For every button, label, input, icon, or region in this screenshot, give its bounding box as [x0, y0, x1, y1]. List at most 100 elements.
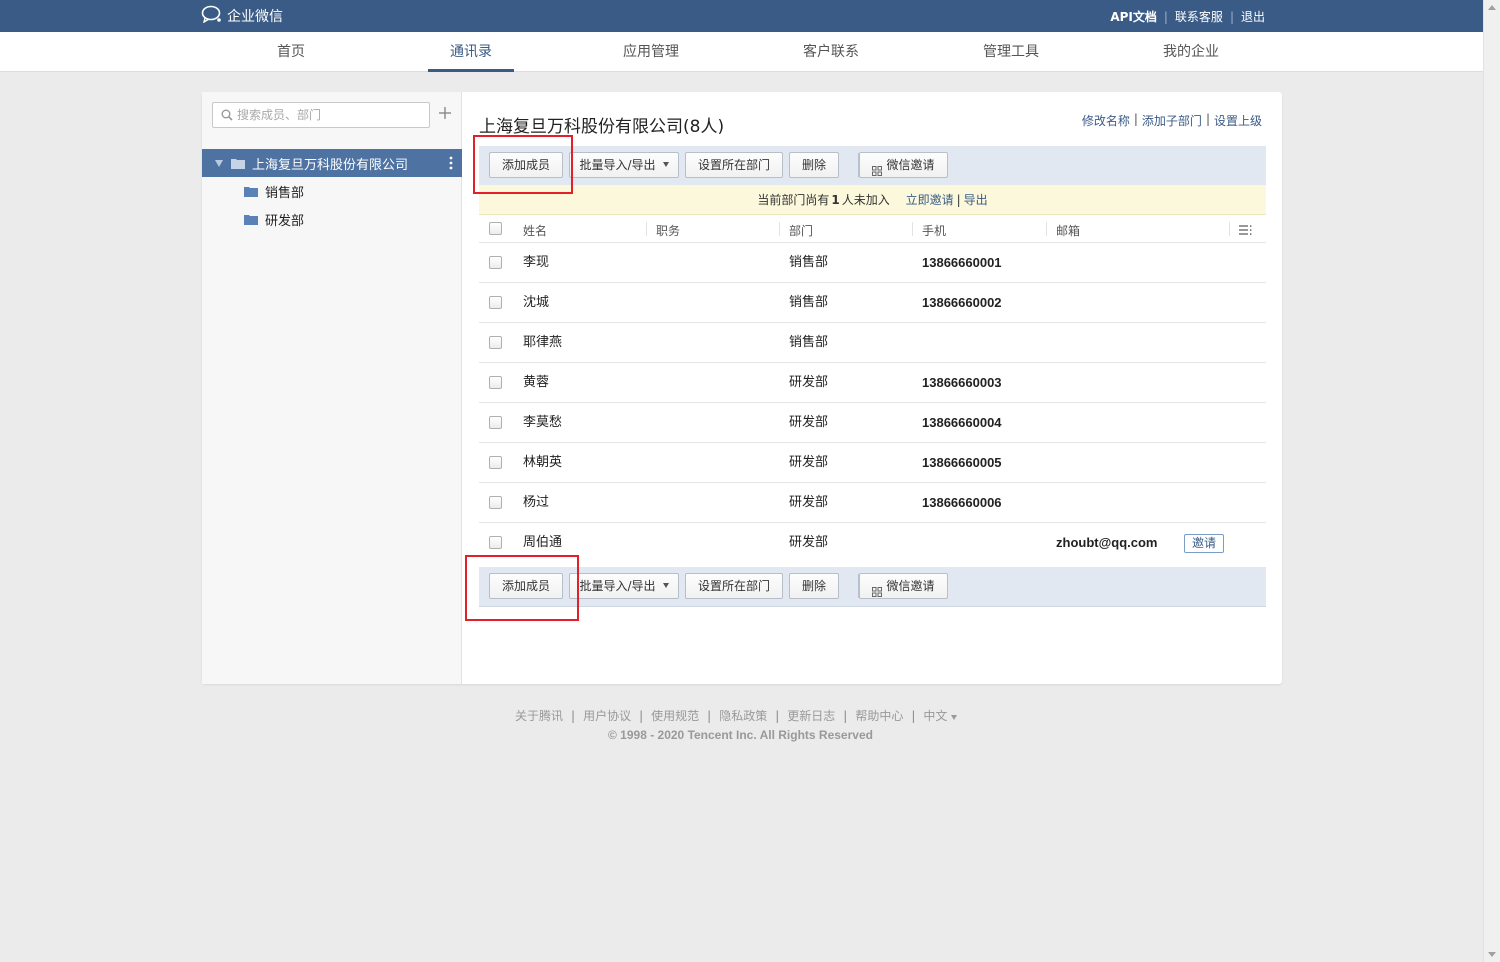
footer-link-user-agreement[interactable]: 用户协议: [583, 707, 631, 724]
member-name[interactable]: 李莫愁: [523, 403, 562, 443]
header-separator: [646, 222, 647, 236]
language-selector[interactable]: 中文: [923, 707, 958, 724]
footer-separator: |: [775, 708, 780, 723]
department-actions: 修改名称 | 添加子部门 | 设置上级: [1082, 112, 1262, 129]
search-icon: [221, 109, 233, 121]
table-row[interactable]: 沈城 销售部 13866660002: [479, 283, 1266, 323]
footer-link-changelog[interactable]: 更新日志: [787, 707, 835, 724]
header-link-separator: |: [1229, 9, 1234, 24]
table-row[interactable]: 林朝英 研发部 13866660005: [479, 443, 1266, 483]
footer-link-help-center[interactable]: 帮助中心: [855, 707, 903, 724]
member-name[interactable]: 林朝英: [523, 443, 562, 483]
nav-app-management[interactable]: 应用管理: [591, 32, 711, 72]
batch-import-export-button[interactable]: 批量导入/导出: [569, 152, 679, 178]
delete-button[interactable]: 删除: [789, 573, 839, 599]
member-phone: 13866660001: [922, 255, 1002, 270]
footer-link-usage-rules[interactable]: 使用规范: [651, 707, 699, 724]
row-checkbox[interactable]: [489, 456, 502, 469]
table-row[interactable]: 杨过 研发部 13866660006: [479, 483, 1266, 523]
caret-down-icon[interactable]: [215, 159, 223, 167]
invite-now-link[interactable]: 立即邀请: [906, 193, 954, 207]
scroll-down-arrow-icon[interactable]: [1488, 952, 1496, 957]
row-checkbox[interactable]: [489, 536, 502, 549]
header-phone[interactable]: 手机: [922, 222, 946, 239]
api-docs-link[interactable]: API文档: [1110, 8, 1157, 25]
set-parent-link[interactable]: 设置上级: [1214, 112, 1262, 129]
app-name: 企业微信: [227, 9, 283, 25]
company-name: 上海复旦万科股份有限公司: [479, 117, 683, 137]
top-header-bar: 企业微信 API文档 | 联系客服 | 退出: [0, 0, 1483, 32]
set-department-button[interactable]: 设置所在部门: [685, 573, 783, 599]
member-phone: 13866660003: [922, 375, 1002, 390]
header-name[interactable]: 姓名: [523, 222, 547, 239]
qr-code-icon: [872, 160, 883, 176]
member-department: 销售部: [789, 255, 829, 270]
export-link[interactable]: 导出: [964, 193, 988, 207]
highlight-box-bottom: [465, 555, 579, 621]
row-checkbox[interactable]: [489, 496, 502, 509]
table-row[interactable]: 耶律燕 销售部: [479, 323, 1266, 363]
footer-link-about[interactable]: 关于腾讯: [515, 707, 563, 724]
header-position[interactable]: 职务: [656, 222, 680, 239]
set-department-button[interactable]: 设置所在部门: [685, 152, 783, 178]
footer-link-privacy[interactable]: 隐私政策: [719, 707, 767, 724]
select-all-checkbox[interactable]: [489, 222, 502, 235]
member-name[interactable]: 黄蓉: [523, 363, 549, 403]
header-separator: [1229, 222, 1230, 236]
member-search-box[interactable]: [212, 102, 430, 128]
nav-home[interactable]: 首页: [231, 32, 351, 72]
dropdown-arrow-icon: [662, 162, 669, 167]
add-department-plus-icon[interactable]: [437, 105, 453, 121]
tree-root-department[interactable]: 上海复旦万科股份有限公司: [202, 149, 462, 177]
member-name[interactable]: 沈城: [523, 283, 549, 323]
row-checkbox[interactable]: [489, 376, 502, 389]
batch-import-export-button[interactable]: 批量导入/导出: [569, 573, 679, 599]
highlight-box-top: [473, 135, 573, 194]
header-email[interactable]: 邮箱: [1056, 222, 1080, 239]
member-name[interactable]: 耶律燕: [523, 323, 562, 363]
member-department: 研发部: [789, 415, 829, 430]
link-separator: |: [1205, 112, 1210, 126]
nav-contacts[interactable]: 通讯录: [411, 32, 531, 72]
member-name[interactable]: 李现: [523, 243, 549, 283]
scroll-up-arrow-icon[interactable]: [1488, 5, 1496, 10]
column-settings-icon[interactable]: [1239, 224, 1253, 235]
add-subdepartment-link[interactable]: 添加子部门: [1142, 112, 1202, 129]
member-name[interactable]: 杨过: [523, 483, 549, 523]
wechat-invite-button[interactable]: 微信邀请: [859, 573, 948, 599]
invite-member-button[interactable]: 邀请: [1184, 534, 1225, 553]
contact-support-link[interactable]: 联系客服: [1175, 8, 1223, 25]
page-scrollbar[interactable]: [1483, 0, 1500, 962]
page-title: 上海复旦万科股份有限公司(8人): [479, 112, 724, 137]
rename-link[interactable]: 修改名称: [1082, 112, 1130, 129]
member-department: 销售部: [789, 295, 829, 310]
member-department: 研发部: [789, 495, 829, 510]
tree-item-sales[interactable]: 销售部: [244, 177, 304, 205]
header-department[interactable]: 部门: [789, 222, 813, 239]
row-checkbox[interactable]: [489, 256, 502, 269]
more-options-icon[interactable]: [449, 156, 453, 170]
logout-link[interactable]: 退出: [1241, 8, 1265, 25]
batch-import-export-label: 批量导入/导出: [579, 579, 656, 593]
nav-management-tools[interactable]: 管理工具: [951, 32, 1071, 72]
notice-suffix: 人未加入: [841, 193, 890, 207]
member-search-input[interactable]: [237, 105, 422, 125]
row-checkbox[interactable]: [489, 336, 502, 349]
wechat-invite-button[interactable]: 微信邀请: [859, 152, 948, 178]
delete-button[interactable]: 删除: [789, 152, 839, 178]
member-toolbar-bottom: 添加成员 批量导入/导出 设置所在部门 删除 微信邀请: [479, 567, 1266, 607]
nav-my-enterprise[interactable]: 我的企业: [1131, 32, 1251, 72]
tree-item-rnd[interactable]: 研发部: [244, 205, 304, 233]
member-department: 研发部: [789, 455, 829, 470]
row-checkbox[interactable]: [489, 416, 502, 429]
member-department: 研发部: [789, 375, 829, 390]
header-links: API文档 | 联系客服 | 退出: [1110, 8, 1265, 25]
app-logo[interactable]: 企业微信: [201, 5, 283, 26]
member-phone: 13866660002: [922, 295, 1002, 310]
table-row[interactable]: 李莫愁 研发部 13866660004: [479, 403, 1266, 443]
table-row[interactable]: 李现 销售部 13866660001: [479, 243, 1266, 283]
table-row[interactable]: 黄蓉 研发部 13866660003: [479, 363, 1266, 403]
row-checkbox[interactable]: [489, 296, 502, 309]
table-row[interactable]: 周伯通 研发部 zhoubt@qq.com 邀请: [479, 523, 1266, 563]
nav-customer-contact[interactable]: 客户联系: [771, 32, 891, 72]
